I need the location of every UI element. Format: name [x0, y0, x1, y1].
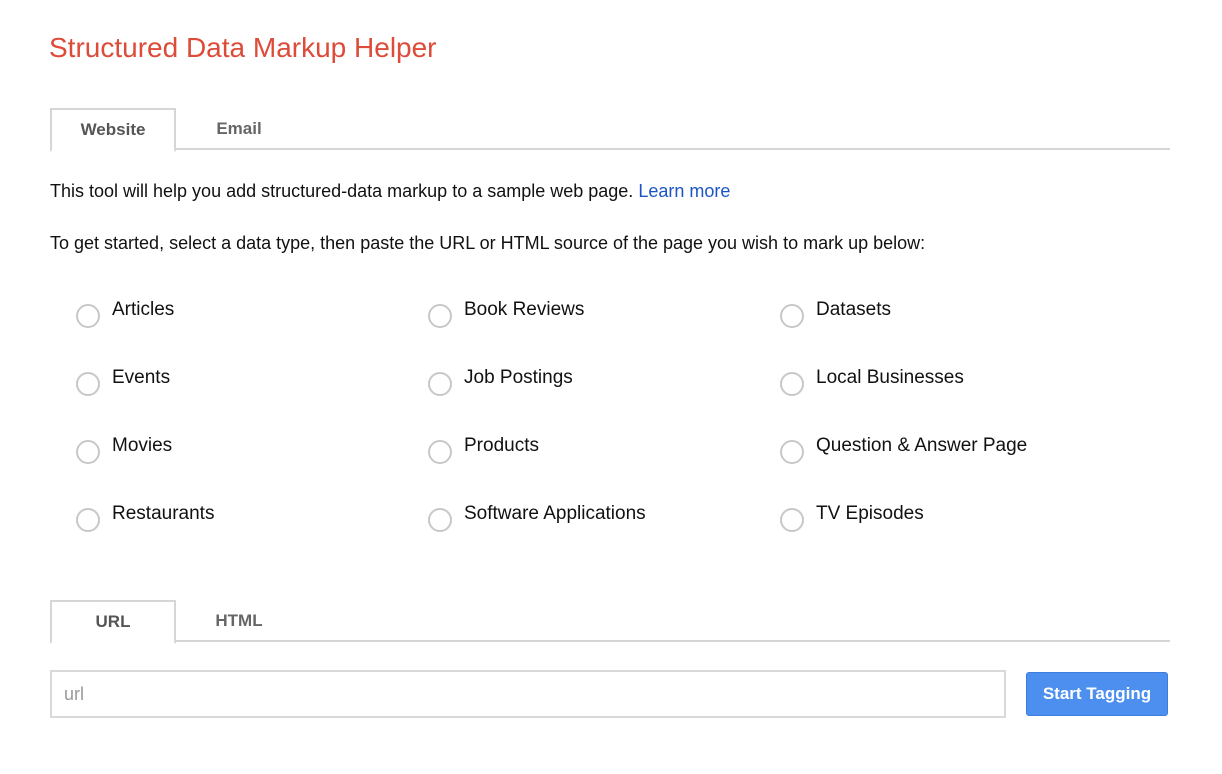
- radio-button[interactable]: [780, 440, 804, 464]
- radio-button[interactable]: [780, 372, 804, 396]
- radio-button[interactable]: [780, 508, 804, 532]
- radio-button[interactable]: [428, 304, 452, 328]
- tab-email[interactable]: Email: [176, 108, 302, 150]
- option-question-answer-page[interactable]: Question & Answer Page: [780, 434, 1132, 502]
- tab-website[interactable]: Website: [50, 108, 176, 152]
- radio-button[interactable]: [780, 304, 804, 328]
- radio-button[interactable]: [76, 440, 100, 464]
- option-datasets[interactable]: Datasets: [780, 298, 1132, 366]
- option-label: Products: [464, 435, 539, 456]
- intro-text: This tool will help you add structured-d…: [50, 181, 634, 201]
- option-label: TV Episodes: [816, 503, 924, 524]
- page-title: Structured Data Markup Helper: [49, 32, 437, 63]
- tab-html[interactable]: HTML: [176, 600, 302, 642]
- option-label: Software Applications: [464, 503, 646, 524]
- option-label: Local Businesses: [816, 367, 964, 388]
- option-software-applications[interactable]: Software Applications: [428, 502, 780, 570]
- option-articles[interactable]: Articles: [76, 298, 428, 366]
- option-job-postings[interactable]: Job Postings: [428, 366, 780, 434]
- option-label: Job Postings: [464, 367, 573, 388]
- option-restaurants[interactable]: Restaurants: [76, 502, 428, 570]
- option-book-reviews[interactable]: Book Reviews: [428, 298, 780, 366]
- option-tv-episodes[interactable]: TV Episodes: [780, 502, 1132, 570]
- learn-more-link[interactable]: Learn more: [638, 181, 730, 201]
- option-label: Movies: [112, 435, 173, 456]
- instructions-text: To get started, select a data type, then…: [50, 233, 926, 253]
- option-label: Question & Answer Page: [816, 435, 1028, 456]
- option-label: Datasets: [816, 299, 891, 320]
- radio-button[interactable]: [76, 508, 100, 532]
- tab-url[interactable]: URL: [50, 600, 176, 644]
- option-label: Events: [112, 367, 171, 388]
- radio-button[interactable]: [76, 372, 100, 396]
- data-type-options: Articles Book Reviews Datasets Events Jo…: [76, 298, 1132, 570]
- radio-button[interactable]: [428, 372, 452, 396]
- intro-paragraph: This tool will help you add structured-d…: [50, 181, 730, 202]
- option-label: Articles: [112, 299, 175, 320]
- option-label: Book Reviews: [464, 299, 585, 320]
- option-label: Restaurants: [112, 503, 215, 524]
- source-tabs: URL HTML: [50, 600, 1170, 644]
- radio-button[interactable]: [428, 508, 452, 532]
- radio-button[interactable]: [428, 440, 452, 464]
- option-products[interactable]: Products: [428, 434, 780, 502]
- option-local-businesses[interactable]: Local Businesses: [780, 366, 1132, 434]
- start-tagging-button[interactable]: Start Tagging: [1026, 672, 1168, 716]
- type-tabs: Website Email: [50, 108, 1170, 152]
- option-movies[interactable]: Movies: [76, 434, 428, 502]
- option-events[interactable]: Events: [76, 366, 428, 434]
- radio-button[interactable]: [76, 304, 100, 328]
- url-input[interactable]: [50, 670, 1006, 718]
